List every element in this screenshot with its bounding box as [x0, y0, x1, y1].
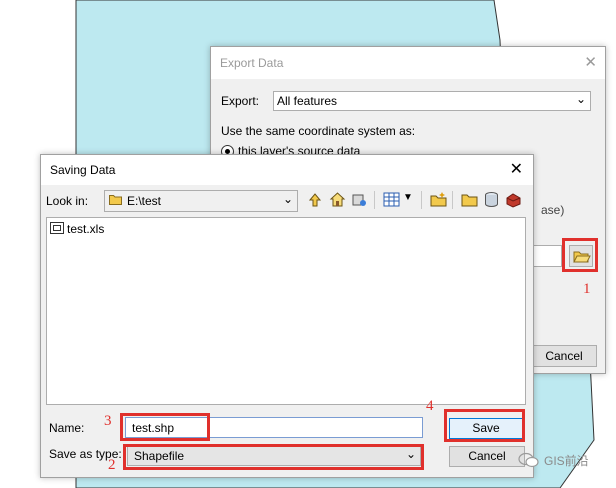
look-in-value: E:\test: [127, 194, 162, 208]
output-path-field[interactable]: [533, 245, 562, 267]
file-list[interactable]: test.xls: [46, 217, 526, 405]
folder-icon[interactable]: [461, 191, 478, 208]
toolbar-separator: [374, 191, 375, 209]
annotation-number-3: 3: [104, 413, 112, 429]
table-file-icon: [50, 222, 64, 234]
connect-folder-icon[interactable]: [351, 191, 368, 208]
cancel-button[interactable]: Cancel: [449, 446, 525, 467]
annotation-number-2: 2: [108, 457, 116, 473]
view-list-icon[interactable]: [383, 191, 400, 208]
wechat-icon: [518, 452, 539, 468]
saving-dialog-title: Saving Data: [50, 163, 116, 177]
export-dialog-title: Export Data: [220, 56, 284, 70]
watermark-text: GIS前沿: [544, 454, 589, 468]
chevron-down-icon[interactable]: ▼: [403, 192, 413, 203]
close-icon[interactable]: ✕: [584, 53, 597, 71]
close-icon[interactable]: ✕: [510, 159, 523, 179]
chevron-down-icon: ⌄: [282, 192, 293, 206]
name-label: Name:: [49, 421, 85, 435]
database-icon[interactable]: [483, 191, 500, 208]
new-folder-icon[interactable]: [430, 191, 447, 208]
export-cancel-button[interactable]: Cancel: [531, 345, 597, 367]
annotation-number-1: 1: [583, 281, 591, 297]
annotation-box-4: [444, 409, 525, 442]
saving-titlebar: Saving Data ✕: [41, 155, 533, 185]
toolbox-icon[interactable]: [505, 191, 522, 208]
partial-text: ase): [541, 203, 565, 217]
annotation-box-3: [120, 413, 210, 441]
look-in-select[interactable]: E:\test ⌄: [104, 190, 298, 212]
export-titlebar: Export Data ✕: [211, 47, 605, 79]
toolbar-separator: [421, 191, 422, 209]
home-icon[interactable]: [329, 191, 346, 208]
look-in-label: Look in:: [46, 194, 89, 208]
export-select[interactable]: All features ⌄: [273, 91, 591, 111]
folder-icon: [109, 195, 122, 205]
list-item[interactable]: test.xls: [50, 222, 104, 236]
up-folder-icon[interactable]: [307, 191, 324, 208]
export-label: Export:: [221, 94, 260, 108]
chevron-down-icon: ⌄: [575, 92, 586, 106]
file-name: test.xls: [67, 222, 105, 236]
toolbar-separator: [452, 191, 453, 209]
annotation-number-4: 4: [426, 398, 434, 414]
export-select-value: All features: [277, 94, 338, 108]
annotation-box-1: [562, 238, 598, 272]
annotation-box-2: [123, 444, 424, 470]
coordinate-system-label: Use the same coordinate system as:: [221, 124, 416, 138]
